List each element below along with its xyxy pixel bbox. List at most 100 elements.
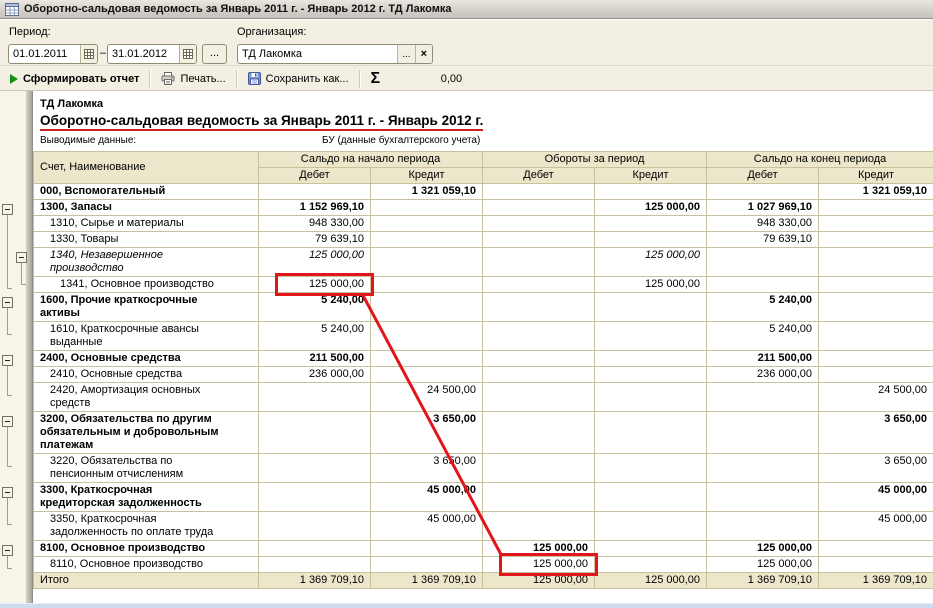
account-name-cell[interactable]: 1340, Незавершенное производство [34, 248, 259, 277]
amount-cell[interactable] [595, 322, 707, 351]
collapse-toggle[interactable] [2, 545, 13, 556]
amount-cell[interactable] [483, 216, 595, 232]
amount-cell[interactable] [595, 557, 707, 573]
calendar-icon[interactable] [80, 45, 97, 63]
amount-cell[interactable] [819, 541, 933, 557]
amount-cell[interactable]: 1 027 969,10 [707, 200, 819, 216]
amount-cell[interactable] [483, 184, 595, 200]
amount-cell[interactable] [707, 383, 819, 412]
amount-cell[interactable]: 1 369 709,10 [819, 573, 933, 589]
account-name-cell[interactable]: 2420, Амортизация основных средств [34, 383, 259, 412]
amount-cell[interactable] [371, 232, 483, 248]
amount-cell[interactable]: 125 000,00 [707, 557, 819, 573]
amount-cell[interactable]: 45 000,00 [371, 483, 483, 512]
amount-cell[interactable]: 1 369 709,10 [371, 573, 483, 589]
account-name-cell[interactable]: 3200, Обязательства по другим обязательн… [34, 412, 259, 454]
amount-cell[interactable] [483, 293, 595, 322]
amount-cell[interactable] [595, 454, 707, 483]
amount-cell[interactable] [259, 383, 371, 412]
amount-cell[interactable] [595, 541, 707, 557]
account-name-cell[interactable]: 8110, Основное производство [34, 557, 259, 573]
amount-cell[interactable] [595, 351, 707, 367]
amount-cell[interactable]: 24 500,00 [819, 383, 933, 412]
amount-cell[interactable]: 125 000,00 [259, 248, 371, 277]
account-name-cell[interactable]: 2400, Основные средства [34, 351, 259, 367]
amount-cell[interactable]: 79 639,10 [707, 232, 819, 248]
amount-cell[interactable] [371, 277, 483, 293]
amount-cell[interactable]: 948 330,00 [707, 216, 819, 232]
amount-cell[interactable]: 5 240,00 [259, 322, 371, 351]
amount-cell[interactable] [483, 383, 595, 412]
amount-cell[interactable] [371, 216, 483, 232]
collapse-toggle[interactable] [16, 252, 27, 263]
amount-cell[interactable] [819, 293, 933, 322]
amount-cell[interactable] [819, 248, 933, 277]
organization-select-button[interactable]: ... [397, 45, 414, 63]
collapse-toggle[interactable] [2, 416, 13, 427]
organization-clear-button[interactable]: × [415, 45, 432, 63]
amount-cell[interactable]: 125 000,00 [595, 277, 707, 293]
collapse-toggle[interactable] [2, 204, 13, 215]
amount-cell[interactable] [259, 541, 371, 557]
amount-cell[interactable] [819, 557, 933, 573]
amount-cell[interactable] [483, 322, 595, 351]
amount-cell[interactable] [483, 512, 595, 541]
amount-cell[interactable]: 24 500,00 [371, 383, 483, 412]
amount-cell[interactable]: 5 240,00 [259, 293, 371, 322]
amount-cell[interactable]: 125 000,00 [483, 557, 595, 573]
amount-cell[interactable] [483, 351, 595, 367]
amount-cell[interactable] [483, 248, 595, 277]
amount-cell[interactable] [483, 232, 595, 248]
amount-cell[interactable] [371, 293, 483, 322]
amount-cell[interactable] [371, 367, 483, 383]
account-name-cell[interactable]: 1300, Запасы [34, 200, 259, 216]
account-name-cell[interactable]: 1341, Основное производство [34, 277, 259, 293]
account-name-cell[interactable]: 1330, Товары [34, 232, 259, 248]
organization-field[interactable]: ТД Лакомка ... × [237, 44, 433, 64]
calendar-icon[interactable] [179, 45, 196, 63]
amount-cell[interactable]: 5 240,00 [707, 322, 819, 351]
amount-cell[interactable] [707, 184, 819, 200]
collapse-toggle[interactable] [2, 297, 13, 308]
amount-cell[interactable] [371, 351, 483, 367]
amount-cell[interactable] [371, 248, 483, 277]
account-name-cell[interactable]: 8100, Основное производство [34, 541, 259, 557]
amount-cell[interactable] [595, 216, 707, 232]
amount-cell[interactable]: 3 650,00 [819, 454, 933, 483]
account-name-cell[interactable]: 1600, Прочие краткосрочные активы [34, 293, 259, 322]
account-name-cell[interactable]: 2410, Основные средства [34, 367, 259, 383]
amount-cell[interactable] [259, 184, 371, 200]
amount-cell[interactable]: 1 321 059,10 [819, 184, 933, 200]
account-name-cell[interactable]: 000, Вспомогательный [34, 184, 259, 200]
amount-cell[interactable]: 125 000,00 [595, 573, 707, 589]
collapse-toggle[interactable] [2, 355, 13, 366]
period-from-field[interactable]: 01.01.2011 [8, 44, 98, 64]
amount-cell[interactable] [595, 293, 707, 322]
amount-cell[interactable] [595, 367, 707, 383]
amount-cell[interactable]: 3 650,00 [819, 412, 933, 454]
amount-cell[interactable]: 45 000,00 [371, 512, 483, 541]
amount-cell[interactable]: 125 000,00 [259, 277, 371, 293]
amount-cell[interactable]: 45 000,00 [819, 483, 933, 512]
amount-cell[interactable]: 3 650,00 [371, 412, 483, 454]
amount-cell[interactable]: 125 000,00 [707, 541, 819, 557]
amount-cell[interactable] [707, 248, 819, 277]
amount-cell[interactable] [259, 454, 371, 483]
amount-cell[interactable]: 1 369 709,10 [259, 573, 371, 589]
amount-cell[interactable] [483, 483, 595, 512]
account-name-cell[interactable]: Итого [34, 573, 259, 589]
amount-cell[interactable]: 1 321 059,10 [371, 184, 483, 200]
amount-cell[interactable] [595, 483, 707, 512]
account-name-cell[interactable]: 3300, Краткосрочная кредиторская задолже… [34, 483, 259, 512]
amount-cell[interactable]: 948 330,00 [259, 216, 371, 232]
amount-cell[interactable] [819, 232, 933, 248]
amount-cell[interactable]: 236 000,00 [259, 367, 371, 383]
amount-cell[interactable] [371, 541, 483, 557]
period-to-field[interactable]: 31.01.2012 [107, 44, 197, 64]
amount-cell[interactable] [595, 232, 707, 248]
amount-cell[interactable] [483, 367, 595, 383]
amount-cell[interactable]: 125 000,00 [595, 200, 707, 216]
account-name-cell[interactable]: 1310, Сырье и материалы [34, 216, 259, 232]
amount-cell[interactable] [707, 483, 819, 512]
amount-cell[interactable] [371, 322, 483, 351]
